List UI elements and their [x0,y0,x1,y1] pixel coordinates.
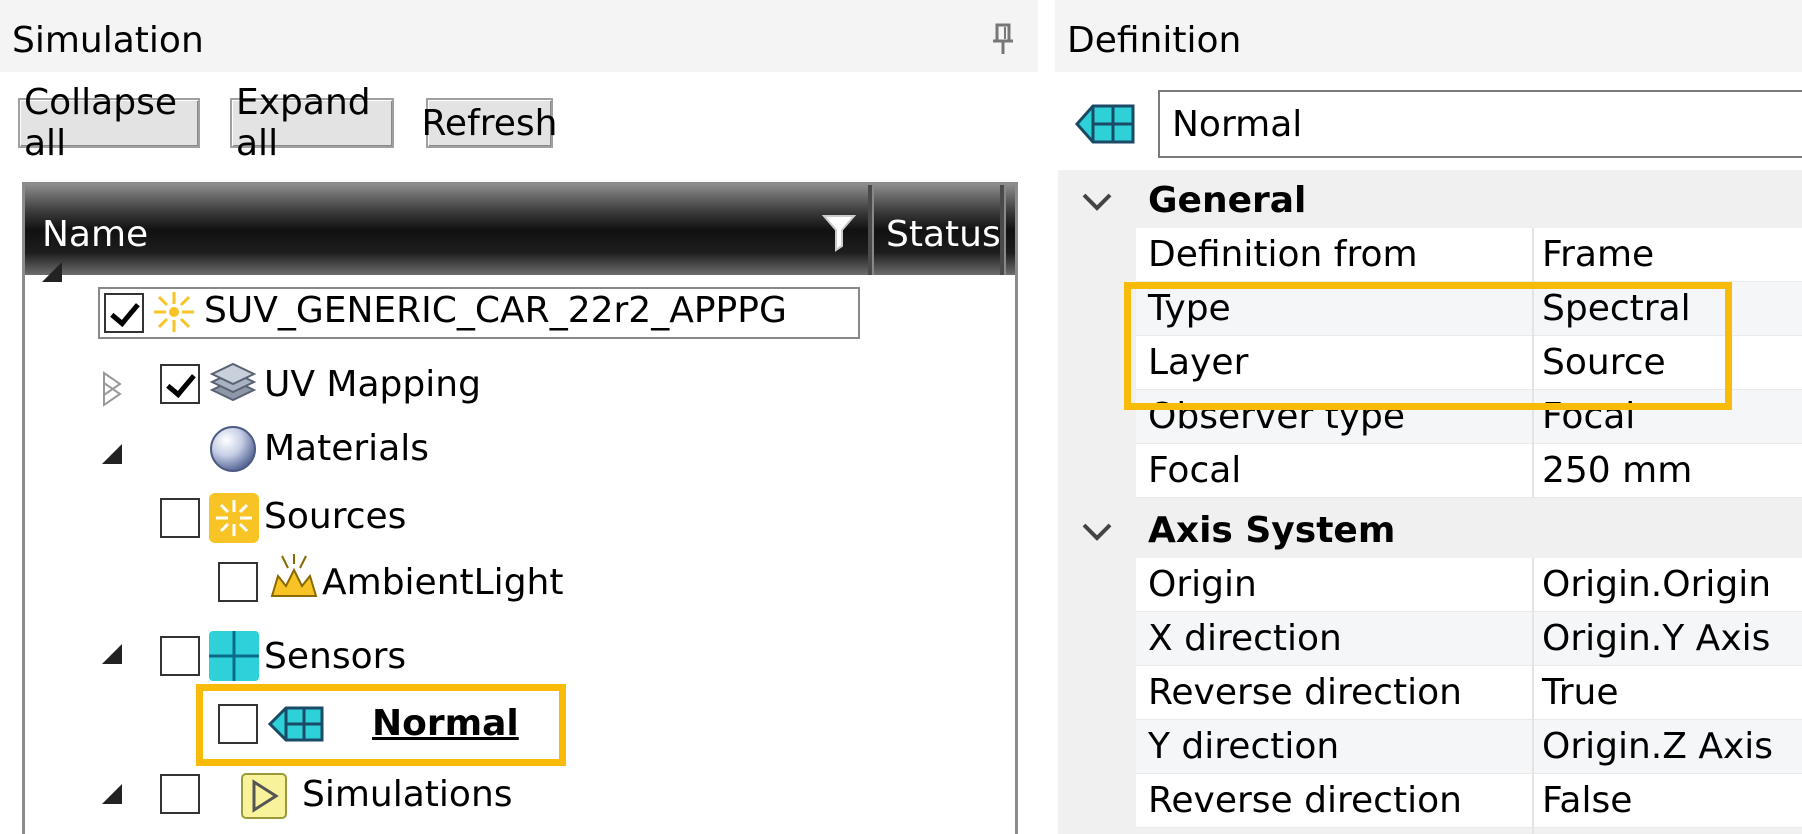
expanded-arrow-icon[interactable] [98,640,126,668]
layers-icon [209,362,257,402]
sources-checkbox[interactable] [160,498,200,538]
property-name: Origin [1148,564,1257,605]
sensors-checkbox[interactable] [160,636,200,676]
tree-item-simulations[interactable]: Simulations [302,774,513,815]
sensors-icon [209,631,259,681]
highlight-box-normal [196,684,566,766]
chevron-down-icon[interactable] [1080,520,1114,544]
property-name: Definition from [1148,234,1418,275]
ambient-light-icon [270,554,318,597]
highlight-box-type-layer [1124,282,1732,410]
tree-item-ambient-light[interactable]: AmbientLight [322,562,563,603]
expand-all-button[interactable]: Expand all [230,82,394,164]
refresh-button[interactable]: Refresh [422,98,557,148]
property-value[interactable]: Frame [1542,234,1654,275]
column-separator[interactable] [868,185,874,275]
filter-icon[interactable] [822,212,856,252]
light-burst-icon [154,292,194,332]
tree-item-sensors[interactable]: Sensors [264,636,406,677]
material-sphere-icon [210,426,256,472]
tree-item-root-label[interactable]: SUV_GENERIC_CAR_22r2_APPPG [204,290,787,331]
sensor-camera-icon [1075,104,1135,144]
column-header-status[interactable]: Status [886,214,1001,255]
column-separator[interactable] [1000,185,1006,275]
definition-panel-title: Definition [1067,20,1242,61]
expanded-arrow-icon[interactable] [98,440,126,468]
column-divider[interactable] [1532,558,1534,834]
property-value[interactable]: True [1542,672,1618,713]
property-value[interactable]: 250 mm [1542,450,1692,491]
definition-name-field[interactable]: Normal [1158,90,1802,158]
section-axis-system-title: Axis System [1148,510,1396,551]
property-name: X direction [1148,618,1342,659]
expanded-arrow-icon[interactable] [38,258,66,286]
tree-header [25,185,1015,275]
property-value[interactable]: Origin.Y Axis [1542,618,1770,659]
property-value[interactable]: Origin.Origin [1542,564,1771,605]
pin-icon[interactable] [988,22,1018,56]
property-name: Reverse direction [1148,672,1462,713]
property-name: Y direction [1148,726,1340,767]
tree-item-uv-mapping[interactable]: UV Mapping [264,364,481,405]
property-value[interactable]: False [1542,780,1632,821]
property-name: Focal [1148,450,1242,491]
expanded-arrow-icon[interactable] [98,780,126,808]
column-header-name[interactable]: Name [42,214,148,255]
tree-item-materials[interactable]: Materials [264,428,429,469]
ambient-light-checkbox[interactable] [218,562,258,602]
collapsed-arrow-icon[interactable] [98,380,126,408]
tree-item-sources[interactable]: Sources [264,496,406,537]
root-checkbox[interactable] [104,293,144,333]
simulation-panel-title: Simulation [12,20,204,61]
chevron-down-icon[interactable] [1080,190,1114,214]
simulations-icon [241,773,287,819]
property-name: Reverse direction [1148,780,1462,821]
property-value[interactable]: Origin.Z Axis [1542,726,1773,767]
uv-mapping-checkbox[interactable] [160,364,200,404]
collapse-all-button[interactable]: Collapse all [18,82,200,164]
section-general-title: General [1148,180,1307,221]
simulations-checkbox[interactable] [160,774,200,814]
sources-icon [209,493,259,543]
